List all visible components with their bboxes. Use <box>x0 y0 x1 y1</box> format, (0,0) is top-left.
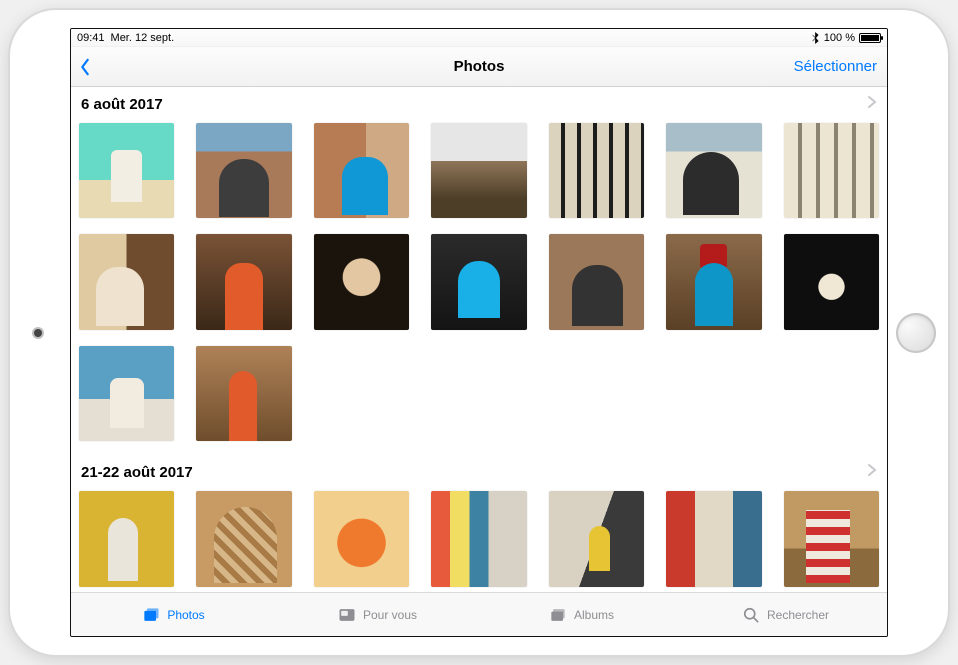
photo-thumbnail[interactable] <box>431 234 526 329</box>
photo-thumbnail[interactable] <box>314 123 409 218</box>
ipad-device-frame: 09:41 Mer. 12 sept. 100 % Photos Sélecti… <box>10 10 948 655</box>
foryou-icon <box>337 605 357 625</box>
photo-thumbnail[interactable] <box>666 234 761 329</box>
albums-icon <box>548 605 568 625</box>
photo-thumbnail[interactable] <box>79 346 174 441</box>
back-button[interactable] <box>79 58 91 76</box>
page-title: Photos <box>454 58 505 75</box>
battery-percent: 100 % <box>824 32 855 44</box>
photo-thumbnail[interactable] <box>431 123 526 218</box>
bluetooth-icon <box>812 32 820 44</box>
photo-thumbnail[interactable] <box>666 123 761 218</box>
photo-thumbnail[interactable] <box>79 491 174 586</box>
section-title: 6 août 2017 <box>81 96 163 113</box>
section-header-2[interactable]: 21-22 août 2017 <box>71 455 887 485</box>
photo-collection-scroll[interactable]: 6 août 2017 <box>71 87 887 592</box>
chevron-left-icon <box>79 58 91 76</box>
photo-thumbnail[interactable] <box>314 491 409 586</box>
home-button[interactable] <box>896 313 936 353</box>
photo-thumbnail[interactable] <box>79 123 174 218</box>
tab-bar: Photos Pour vous Albums <box>71 592 887 636</box>
chevron-right-icon <box>867 95 877 113</box>
photo-thumbnail[interactable] <box>549 123 644 218</box>
photo-thumbnail[interactable] <box>196 346 291 441</box>
status-date: Mer. 12 sept. <box>111 32 175 44</box>
tab-albums[interactable]: Albums <box>479 593 683 636</box>
tab-search[interactable]: Rechercher <box>683 593 887 636</box>
tab-for-you[interactable]: Pour vous <box>275 593 479 636</box>
photo-thumbnail[interactable] <box>79 234 174 329</box>
photo-thumbnail[interactable] <box>784 491 879 586</box>
tab-photos[interactable]: Photos <box>71 593 275 636</box>
search-icon <box>741 605 761 625</box>
tab-label: Rechercher <box>767 608 829 622</box>
navigation-bar: Photos Sélectionner <box>71 47 887 87</box>
photo-thumbnail[interactable] <box>196 123 291 218</box>
photo-grid-1 <box>71 117 887 455</box>
tab-label: Albums <box>574 608 614 622</box>
photo-thumbnail[interactable] <box>314 234 409 329</box>
section-title: 21-22 août 2017 <box>81 464 193 481</box>
screen: 09:41 Mer. 12 sept. 100 % Photos Sélecti… <box>70 28 888 637</box>
tab-label: Photos <box>167 608 204 622</box>
photo-thumbnail[interactable] <box>549 234 644 329</box>
photo-thumbnail[interactable] <box>784 123 879 218</box>
photo-grid-2 <box>71 485 887 592</box>
photo-thumbnail[interactable] <box>666 491 761 586</box>
photo-thumbnail[interactable] <box>549 491 644 586</box>
status-bar: 09:41 Mer. 12 sept. 100 % <box>71 29 887 47</box>
select-button[interactable]: Sélectionner <box>794 58 877 75</box>
battery-icon <box>859 33 881 43</box>
chevron-right-icon <box>867 463 877 481</box>
photo-thumbnail[interactable] <box>784 234 879 329</box>
tab-label: Pour vous <box>363 608 417 622</box>
photos-icon <box>141 605 161 625</box>
photo-thumbnail[interactable] <box>196 491 291 586</box>
status-time: 09:41 <box>77 32 105 44</box>
section-header-1[interactable]: 6 août 2017 <box>71 87 887 117</box>
photo-thumbnail[interactable] <box>431 491 526 586</box>
photo-thumbnail[interactable] <box>196 234 291 329</box>
front-camera <box>34 329 42 337</box>
